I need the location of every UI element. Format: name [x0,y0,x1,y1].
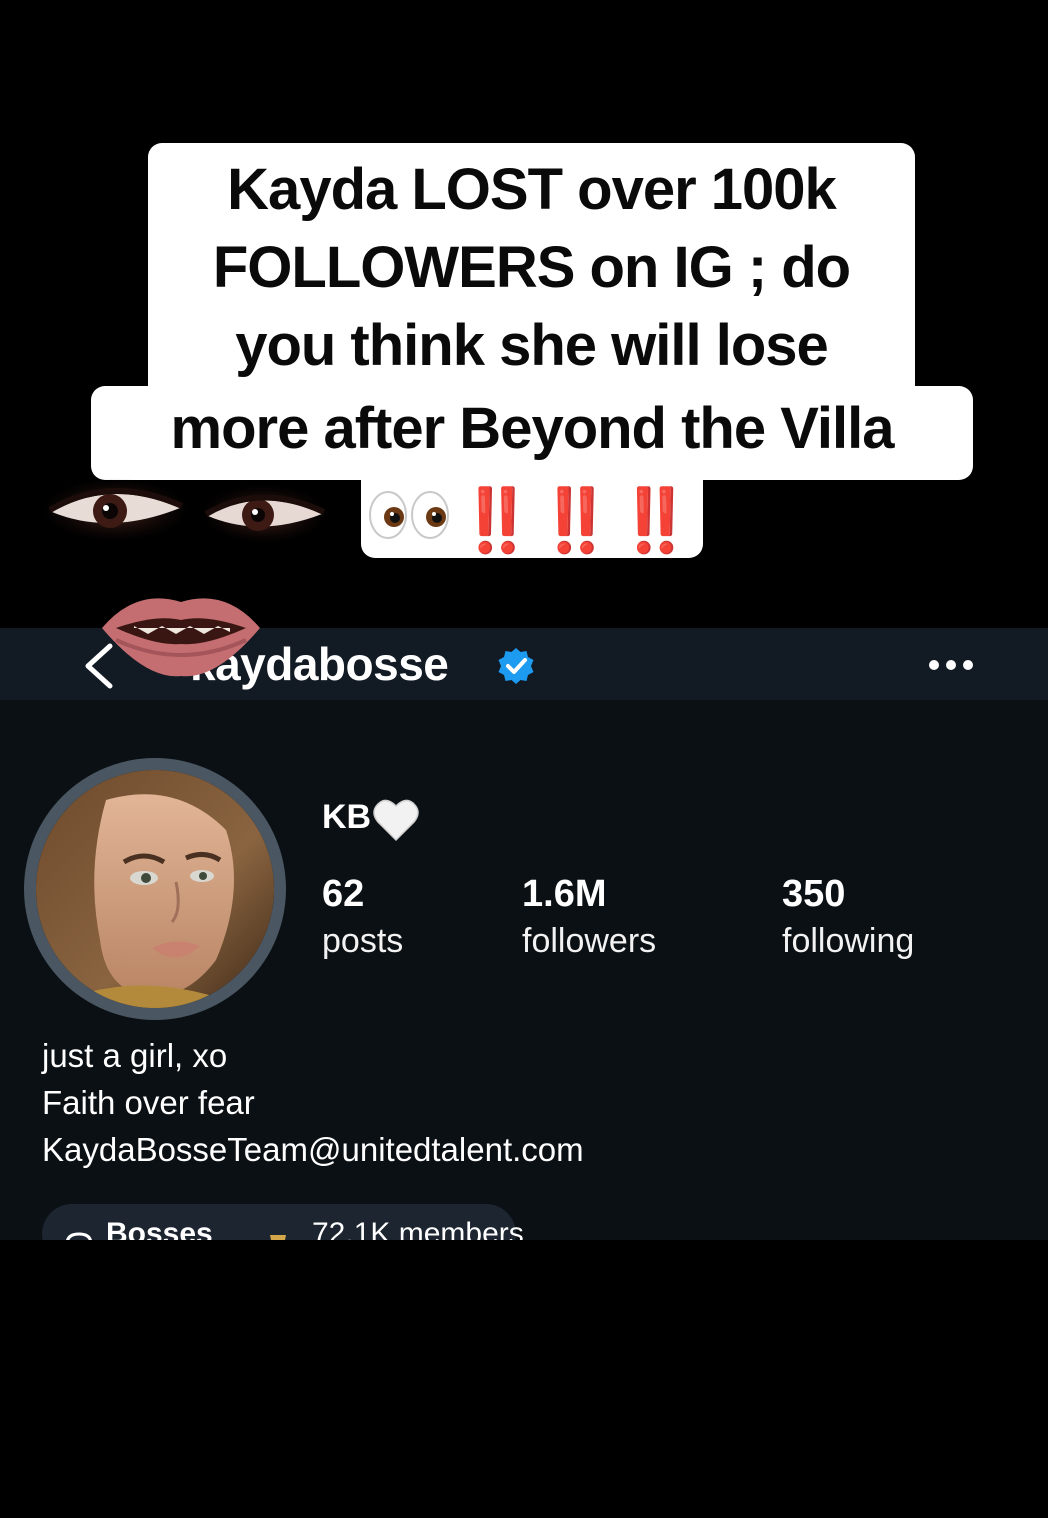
eyes-icon [368,482,452,562]
broadcast-channel-icon [64,1220,94,1240]
filter-eye-left [40,478,190,547]
followers-value: 1.6M [522,873,607,915]
following-count[interactable]: 350 following [782,872,914,966]
bio-line-2: Faith over fear [42,1084,255,1121]
caption-line-3: you think she will lose [148,306,915,388]
white-heart-icon [372,798,420,842]
following-label: following [782,922,915,960]
profile-display-name: KB [322,798,372,836]
posts-label: posts [322,922,404,960]
followers-label: followers [522,922,657,960]
posts-value: 62 [322,873,365,915]
filter-lips [96,584,266,689]
following-value: 350 [782,873,846,915]
profile-bio: just a girl, xo Faith over fear KaydaBos… [42,1032,584,1173]
channel-name: Bosses [106,1217,213,1240]
bio-email-link[interactable]: KaydaBosseTeam@unitedtalent.com [42,1126,584,1173]
followers-count[interactable]: 1.6M followers [522,872,656,966]
avatar[interactable] [36,770,274,1008]
exclamation-marks: ‼️‼️‼️ [458,486,696,556]
more-options-icon[interactable] [928,658,974,670]
broadcast-channel-chip[interactable]: Bosses 72.1K members [42,1204,524,1240]
bio-line-1: just a girl, xo [42,1037,228,1074]
channel-members: 72.1K members [312,1217,524,1240]
caption-line-4: more after Beyond the Villa [91,386,973,480]
instagram-profile: kaydabosse KB 62 posts 1.6M followers 35… [0,628,1048,1240]
caption-line-1: Kayda LOST over 100k [148,143,915,229]
verified-badge-icon [496,646,536,686]
caption-line-2: FOLLOWERS on IG ; do [148,228,915,308]
caption-line-5: ‼️‼️‼️ [361,478,703,558]
posts-count[interactable]: 62 posts [322,872,403,966]
trophy-icon [264,1222,292,1240]
filter-eye-right [200,484,328,549]
